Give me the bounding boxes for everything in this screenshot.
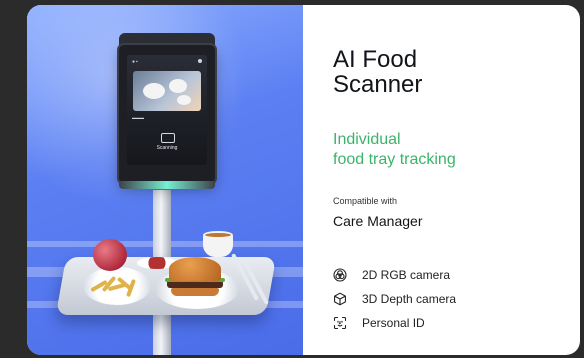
feature-item: 3D Depth camera	[333, 287, 573, 311]
product-subtitle-line: Individual	[333, 131, 401, 148]
feature-label: Personal ID	[362, 316, 425, 330]
kiosk-light-strip	[119, 181, 215, 189]
product-title-line: AI Food	[333, 46, 418, 73]
tray-scan-icon	[161, 133, 175, 143]
compatibility-value: Care Manager	[333, 213, 423, 229]
screen-food-preview	[133, 71, 201, 111]
product-illustration: ● ▪ ▬▬▬ Scanning	[27, 5, 303, 355]
scanning-status: Scanning	[156, 145, 178, 151]
burger-top-bun	[169, 257, 221, 281]
apple	[93, 239, 127, 271]
burger-bottom-bun	[171, 288, 219, 296]
coffee-surface	[203, 231, 233, 239]
screen-status-bar: ● ▪	[132, 59, 138, 65]
feature-list: 2D RGB camera 3D Depth camera Personal I…	[333, 263, 573, 335]
rgb-camera-icon	[333, 268, 347, 282]
feature-item: 2D RGB camera	[333, 263, 573, 287]
product-subtitle: Individual food tray tracking	[333, 130, 573, 170]
product-info: AI Food Scanner Individual food tray tra…	[303, 5, 580, 355]
kiosk-device: ● ▪ ▬▬▬ Scanning	[119, 45, 215, 183]
screen-caption-line: ▬▬▬	[132, 115, 144, 120]
screen-indicator	[198, 59, 202, 63]
compatibility-label: Compatible with	[333, 196, 398, 206]
product-title-line: Scanner	[333, 71, 423, 98]
feature-label: 2D RGB camera	[362, 268, 451, 282]
face-id-icon	[333, 316, 347, 330]
product-subtitle-line: food tray tracking	[333, 151, 456, 168]
feature-item: Personal ID	[333, 311, 573, 335]
depth-camera-icon	[334, 292, 346, 306]
product-card: ● ▪ ▬▬▬ Scanning AI Food Scanner Individ…	[27, 5, 580, 355]
feature-label: 3D Depth camera	[362, 292, 457, 306]
fries	[90, 275, 139, 298]
kiosk-screen: ● ▪ ▬▬▬ Scanning	[127, 55, 207, 165]
product-title: AI Food Scanner	[333, 47, 573, 97]
